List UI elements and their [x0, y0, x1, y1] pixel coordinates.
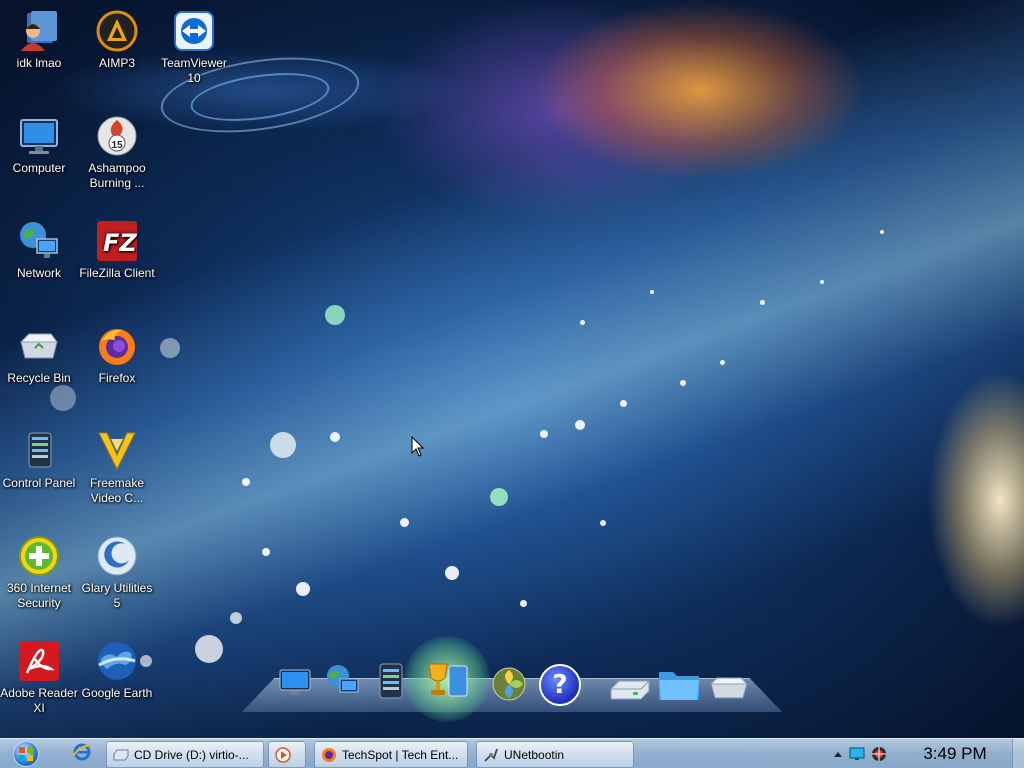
user-folder-icon — [16, 8, 62, 54]
help-glyph: ? — [552, 670, 568, 700]
aimp-icon — [94, 8, 140, 54]
adobe-reader-icon — [16, 638, 62, 684]
desktop-icon-aimp3[interactable]: AIMP3 — [78, 8, 156, 71]
dock-drive-icon[interactable] — [608, 674, 652, 704]
desktop-icon-idk-lmao[interactable]: idk lmao — [0, 8, 78, 71]
task-label: UNetbootin — [504, 747, 565, 762]
cd-drive-icon — [113, 747, 129, 763]
network-icon — [16, 218, 62, 264]
media-player-icon — [275, 746, 291, 763]
dock-trophy-icon[interactable] — [404, 636, 490, 722]
desktop-icon-google-earth[interactable]: Google Earth — [78, 638, 156, 701]
desktop-icon-360-security[interactable]: 360 Internet Security — [0, 533, 78, 611]
unetbootin-icon — [483, 747, 499, 763]
start-button[interactable] — [4, 739, 48, 768]
360-security-icon — [16, 533, 62, 579]
recycle-bin-icon — [16, 323, 62, 369]
task-label: TechSpot | Tech Ent... — [342, 747, 459, 762]
glary-icon — [94, 533, 140, 579]
taskbar: CD Drive (D:) virtio-... TechSpot | Tech… — [0, 738, 1024, 768]
taskbar-button-media-player[interactable] — [268, 741, 306, 768]
firefox-icon — [94, 323, 140, 369]
task-label: CD Drive (D:) virtio-... — [134, 747, 249, 762]
dock-monitor-icon[interactable] — [276, 664, 314, 702]
dock-network-icon[interactable] — [323, 660, 363, 702]
ashampoo-badge: 15 — [111, 139, 123, 151]
desktop-icon-computer[interactable]: Computer — [0, 113, 78, 176]
desktop-icon-glary[interactable]: Glary Utilities 5 — [78, 533, 156, 611]
filezilla-icon: FZ — [94, 218, 140, 264]
desktop-icon-ashampoo[interactable]: 15 Ashampoo Burning ... — [78, 113, 156, 191]
show-hidden-icons-icon[interactable] — [830, 750, 846, 758]
taskbar-button-techspot[interactable]: TechSpot | Tech Ent... — [314, 741, 468, 768]
desktop-icon-adobe-reader[interactable]: Adobe Reader XI — [0, 638, 78, 716]
dock-help-icon[interactable]: ? — [537, 662, 583, 708]
desktop-icon-freemake[interactable]: Freemake Video C... — [78, 428, 156, 506]
computer-icon — [16, 113, 62, 159]
desktop-icon-firefox[interactable]: Firefox — [78, 323, 156, 386]
taskbar-button-cd-drive[interactable]: CD Drive (D:) virtio-... — [106, 741, 264, 768]
freemake-icon — [94, 428, 140, 474]
ashampoo-icon: 15 — [94, 113, 140, 159]
desktop-icon-recycle-bin[interactable]: Recycle Bin — [0, 323, 78, 386]
desktop-icon-network[interactable]: Network — [0, 218, 78, 281]
security-tray-icon[interactable] — [868, 746, 890, 762]
internet-explorer-icon — [72, 742, 92, 767]
mouse-cursor-icon — [411, 435, 425, 463]
google-earth-icon — [94, 638, 140, 684]
firefox-icon — [321, 747, 337, 763]
system-tray — [830, 739, 890, 768]
desktop-icon-teamviewer[interactable]: TeamViewer 10 — [155, 8, 233, 86]
quick-launch-internet-explorer[interactable] — [70, 743, 94, 765]
windows-logo-icon — [13, 741, 39, 767]
control-panel-icon — [16, 428, 62, 474]
taskbar-button-unetbootin[interactable]: UNetbootin — [476, 741, 634, 768]
dock-pinwheel-icon[interactable] — [489, 664, 529, 704]
network-status-icon[interactable] — [846, 747, 868, 761]
dock-recycle-bin-icon[interactable] — [706, 672, 752, 702]
desktop-icon-control-panel[interactable]: Control Panel — [0, 428, 78, 491]
taskbar-clock[interactable]: 3:49 PM — [905, 744, 1005, 764]
dock-folder-icon[interactable] — [656, 664, 702, 704]
teamviewer-icon — [171, 8, 217, 54]
show-desktop-button[interactable] — [1012, 739, 1024, 768]
desktop-icon-filezilla[interactable]: FZ FileZilla Client — [78, 218, 156, 281]
svg-text:FZ: FZ — [103, 229, 137, 257]
